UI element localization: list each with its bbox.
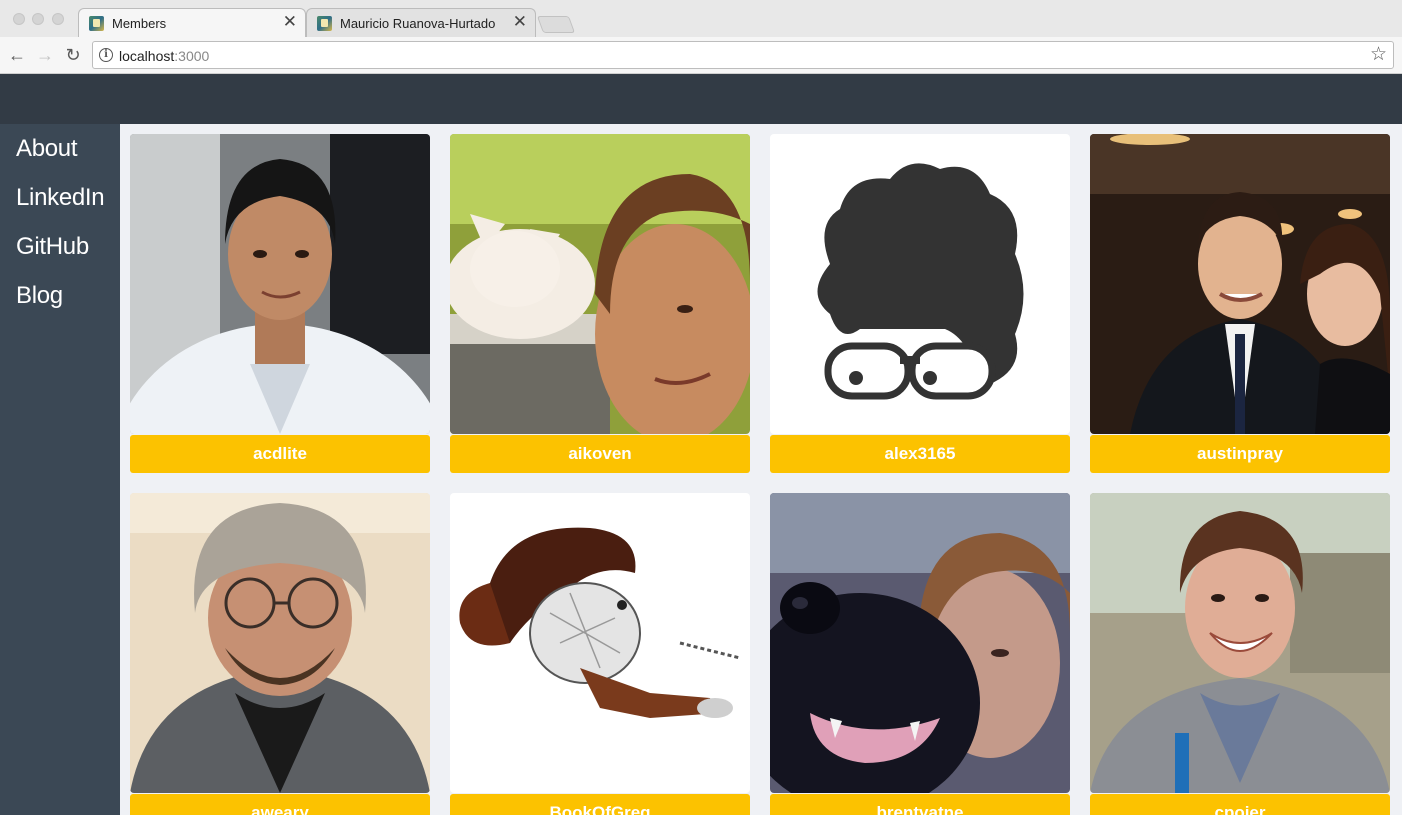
member-name-button[interactable]: alex3165 [770, 435, 1070, 473]
forward-arrow-icon[interactable]: → [34, 44, 56, 66]
tab-title: Members [112, 16, 167, 31]
tab-close-icon[interactable]: ✕ [283, 13, 297, 30]
tab-title: Mauricio Ruanova-Hurtado [340, 16, 496, 31]
tab-members[interactable]: Members ✕ [78, 8, 306, 37]
member-avatar[interactable] [770, 493, 1070, 793]
member-name-button[interactable]: brentvatne [770, 794, 1070, 815]
browser-tab-strip: Members ✕ Mauricio Ruanova-Hurtado ✕ [0, 0, 1402, 37]
site-header [0, 74, 1402, 124]
window-zoom-light[interactable] [52, 13, 64, 25]
sidebar-link-linkedin[interactable]: LinkedIn [16, 184, 105, 212]
member-name-button[interactable]: austinpray [1090, 435, 1390, 473]
new-tab-button[interactable] [536, 16, 576, 33]
sidebar-link-blog[interactable]: Blog [16, 282, 63, 310]
bookmark-star-icon[interactable]: ☆ [1370, 44, 1387, 66]
member-avatar[interactable] [770, 134, 1070, 434]
member-avatar[interactable] [1090, 134, 1390, 434]
reload-icon[interactable]: ↻ [62, 44, 84, 66]
tab-favicon-icon [317, 16, 332, 31]
browser-toolbar: ← → ↻ i localhost:3000 ☆ [0, 37, 1402, 74]
members-grid: acdlite aikoven alex3165 austinpray awea… [120, 124, 1402, 815]
member-avatar[interactable] [450, 493, 750, 793]
window-minimize-light[interactable] [32, 13, 44, 25]
member-name-button[interactable]: BookOfGreg [450, 794, 750, 815]
back-arrow-icon[interactable]: ← [6, 44, 28, 66]
member-avatar[interactable] [1090, 493, 1390, 793]
member-name-button[interactable]: cpojer [1090, 794, 1390, 815]
member-avatar[interactable] [130, 134, 430, 434]
sidebar-link-github[interactable]: GitHub [16, 233, 89, 261]
sidebar: About LinkedIn GitHub Blog [0, 124, 120, 815]
tab-close-icon[interactable]: ✕ [513, 13, 527, 30]
tab-profile[interactable]: Mauricio Ruanova-Hurtado ✕ [306, 8, 536, 37]
member-name-button[interactable]: aikoven [450, 435, 750, 473]
member-avatar[interactable] [130, 493, 430, 793]
address-bar[interactable]: i localhost:3000 ☆ [92, 41, 1394, 69]
member-name-button[interactable]: acdlite [130, 435, 430, 473]
window-close-light[interactable] [13, 13, 25, 25]
tab-favicon-icon [89, 16, 104, 31]
url-text: localhost:3000 [119, 48, 210, 64]
site-info-icon[interactable]: i [99, 48, 113, 62]
sidebar-link-about[interactable]: About [16, 135, 78, 163]
member-name-button[interactable]: aweary [130, 794, 430, 815]
member-avatar[interactable] [450, 134, 750, 434]
